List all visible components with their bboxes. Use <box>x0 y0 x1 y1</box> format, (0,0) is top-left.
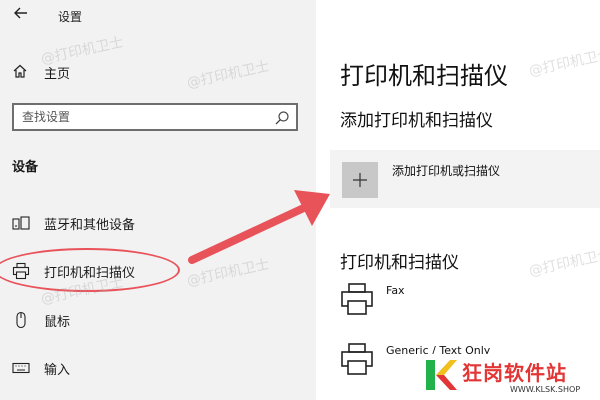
printers-list-title: 打印机和扫描仪 <box>340 253 459 273</box>
settings-sidebar: 设置 主页 设备 蓝牙和其他设备 打印机和扫描仪 鼠标 输入 <box>0 0 316 400</box>
printer-item[interactable]: Fax <box>340 282 600 326</box>
sidebar-item-label: 蓝牙和其他设备 <box>44 218 136 233</box>
home-icon <box>13 64 27 78</box>
printer-icon <box>341 343 373 375</box>
sidebar-item-label: 输入 <box>44 363 71 378</box>
search-input[interactable] <box>22 108 262 126</box>
plus-icon <box>353 173 367 187</box>
sidebar-item-mouse[interactable]: 鼠标 <box>0 302 316 336</box>
printer-icon <box>12 262 30 280</box>
main-content: 打印机和扫描仪 添加打印机和扫描仪 添加打印机或扫描仪 打印机和扫描仪 Fax … <box>316 0 600 400</box>
sidebar-item-bluetooth[interactable]: 蓝牙和其他设备 <box>0 205 316 239</box>
add-printer-label: 添加打印机或扫描仪 <box>392 164 501 178</box>
logo-brand: 狂岗软件站 <box>462 361 567 385</box>
devices-icon <box>12 216 30 230</box>
back-button[interactable] <box>10 6 32 26</box>
k-logo-icon <box>426 360 457 390</box>
sidebar-item-printers[interactable]: 打印机和扫描仪 <box>0 253 316 287</box>
sidebar-item-label: 主页 <box>44 67 71 82</box>
printer-name: Fax <box>386 284 405 297</box>
sidebar-item-label: 鼠标 <box>44 315 71 330</box>
search-box <box>12 103 298 131</box>
sidebar-item-typing[interactable]: 输入 <box>0 350 316 384</box>
printer-icon <box>341 283 373 315</box>
window-title: 设置 <box>58 10 83 24</box>
logo-url: WWW.KLSK.SHOP <box>510 385 581 394</box>
arrow-left-icon <box>14 7 27 19</box>
mouse-icon <box>16 311 26 329</box>
site-logo: 狂岗软件站 WWW.KLSK.SHOP <box>418 354 600 400</box>
title-bar: 设置 <box>0 0 316 32</box>
keyboard-icon <box>12 362 30 374</box>
add-printer-button[interactable]: 添加打印机或扫描仪 <box>330 150 600 208</box>
sidebar-item-label: 打印机和扫描仪 <box>44 266 136 281</box>
section-heading-devices: 设备 <box>12 160 39 175</box>
page-title: 打印机和扫描仪 <box>340 62 508 90</box>
add-section-title: 添加打印机和扫描仪 <box>340 111 493 131</box>
search-icon[interactable] <box>274 110 290 126</box>
sidebar-item-home[interactable]: 主页 <box>0 56 316 86</box>
plus-tile <box>342 162 378 198</box>
